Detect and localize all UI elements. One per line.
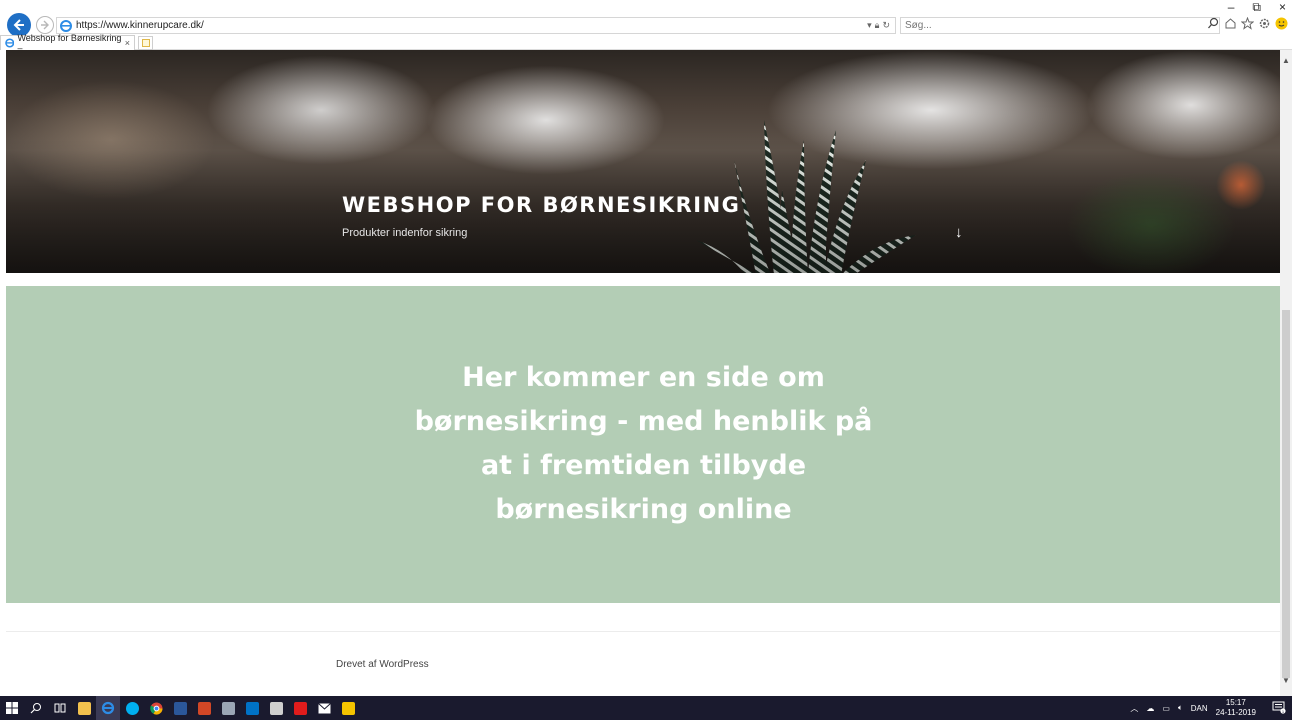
powerpoint-button[interactable] [192,696,216,720]
outlook-app-button[interactable] [216,696,240,720]
clock-date: 24-11-2019 [1215,708,1256,717]
outlook-button[interactable] [240,696,264,720]
action-center-icon: 1 [1272,701,1286,714]
tab-active[interactable]: Webshop for Børnesikring –... × [0,33,135,53]
chrome-button[interactable] [144,696,168,720]
windows-taskbar: ︿ ☁ ▭ 🔈︎ DAN 15:17 24-11-2019 1 [0,696,1292,720]
powerpoint-icon [197,701,211,715]
chrome-icon [149,702,162,715]
site-title[interactable]: WEBSHOP FOR BØRNESIKRING [342,193,740,217]
internet-explorer-icon [101,701,115,715]
task-view-button[interactable] [48,696,72,720]
url-text[interactable]: https://www.kinnerupcare.dk/ [76,20,867,31]
scrollbar-thumb[interactable] [1282,310,1290,678]
back-arrow-icon [13,19,24,31]
outlook-app-icon [221,701,235,715]
calculator-button[interactable] [264,696,288,720]
scroll-down-icon[interactable]: ▼ [1282,676,1290,685]
tab-close-icon[interactable]: × [125,38,130,48]
site-tagline: Produkter indenfor sikring [342,227,468,239]
forward-arrow-icon [41,20,49,30]
intro-heading: Her kommer en side om børnesikring - med… [414,362,873,525]
minimize-button[interactable]: – [1228,0,1235,15]
lock-icon[interactable]: 🔒︎ [875,20,880,31]
restore-button[interactable]: ⧉ [1252,0,1261,15]
acrobat-button[interactable] [288,696,312,720]
network-icon[interactable]: ▭ [1162,704,1170,713]
ie-tab-icon [5,38,15,48]
action-center-button[interactable]: 1 [1272,700,1288,716]
intro-panel: Her kommer en side om børnesikring - med… [6,286,1281,603]
tray-expand-icon[interactable]: ︿ [1130,703,1138,714]
acrobat-icon [293,701,307,715]
sticky-notes-icon [341,701,355,715]
address-tools: ▾ 🔒︎ ↻ [867,20,895,31]
windows-logo-icon [6,702,18,714]
toolbar-icons [1207,16,1288,30]
browser-chrome: https://www.kinnerupcare.dk/ ▾ 🔒︎ ↻ – ⧉ … [0,0,1292,53]
new-tab-button[interactable] [138,36,153,50]
close-button[interactable]: × [1279,0,1286,15]
forward-button[interactable] [36,16,54,34]
taskbar-search-button[interactable] [24,696,48,720]
smiley-feedback-icon[interactable] [1275,17,1288,30]
file-explorer-icon [77,701,91,715]
scroll-up-icon[interactable]: ▲ [1282,56,1290,65]
language-indicator[interactable]: DAN [1191,704,1208,713]
sticky-notes-button[interactable] [336,696,360,720]
tab-bar: Webshop for Børnesikring –... × [0,33,153,53]
word-button[interactable] [168,696,192,720]
clock[interactable]: 15:17 24-11-2019 [1216,698,1256,718]
system-tray: ︿ ☁ ▭ 🔈︎ DAN 15:17 24-11-2019 [1130,696,1256,720]
footer-credit[interactable]: Drevet af WordPress [336,659,429,670]
taskbar-search-icon [30,703,41,714]
window-controls: – ⧉ × [1228,0,1286,15]
page-viewport: WEBSHOP FOR BØRNESIKRING Produkter inden… [0,50,1292,696]
page-scrollbar[interactable]: ▲ ▼ [1280,50,1292,696]
volume-icon[interactable]: 🔈︎ [1178,703,1183,713]
internet-explorer-button[interactable] [96,696,120,720]
hero-header: WEBSHOP FOR BØRNESIKRING Produkter inden… [6,50,1281,273]
ie-favicon-icon [60,19,72,32]
dropdown-icon[interactable]: ▾ [867,20,872,31]
new-tab-icon [141,39,150,47]
skype-icon [125,701,139,715]
mail-icon [317,702,331,713]
intro-heading-wrap: Her kommer en side om børnesikring - med… [6,356,1281,532]
address-bar[interactable]: https://www.kinnerupcare.dk/ ▾ 🔒︎ ↻ [56,17,896,34]
onedrive-icon[interactable]: ☁ [1146,704,1154,713]
start-button[interactable] [0,696,24,720]
word-icon [173,701,187,715]
skype-button[interactable] [120,696,144,720]
settings-gear-icon[interactable] [1258,17,1271,30]
refresh-icon[interactable]: ↻ [882,20,890,31]
file-explorer-button[interactable] [72,696,96,720]
home-icon[interactable] [1224,17,1237,30]
search-input[interactable] [905,20,1195,31]
calculator-icon [269,701,283,715]
clock-time: 15:17 [1225,698,1246,707]
scroll-down-arrow-icon[interactable]: ↓ [955,224,963,241]
favorites-star-icon[interactable] [1240,16,1255,30]
footer-divider [6,631,1281,632]
search-icon[interactable] [1207,17,1220,30]
task-view-icon [54,703,66,713]
outlook-icon [245,701,259,715]
search-box[interactable] [900,17,1220,34]
mail-button[interactable] [312,696,336,720]
